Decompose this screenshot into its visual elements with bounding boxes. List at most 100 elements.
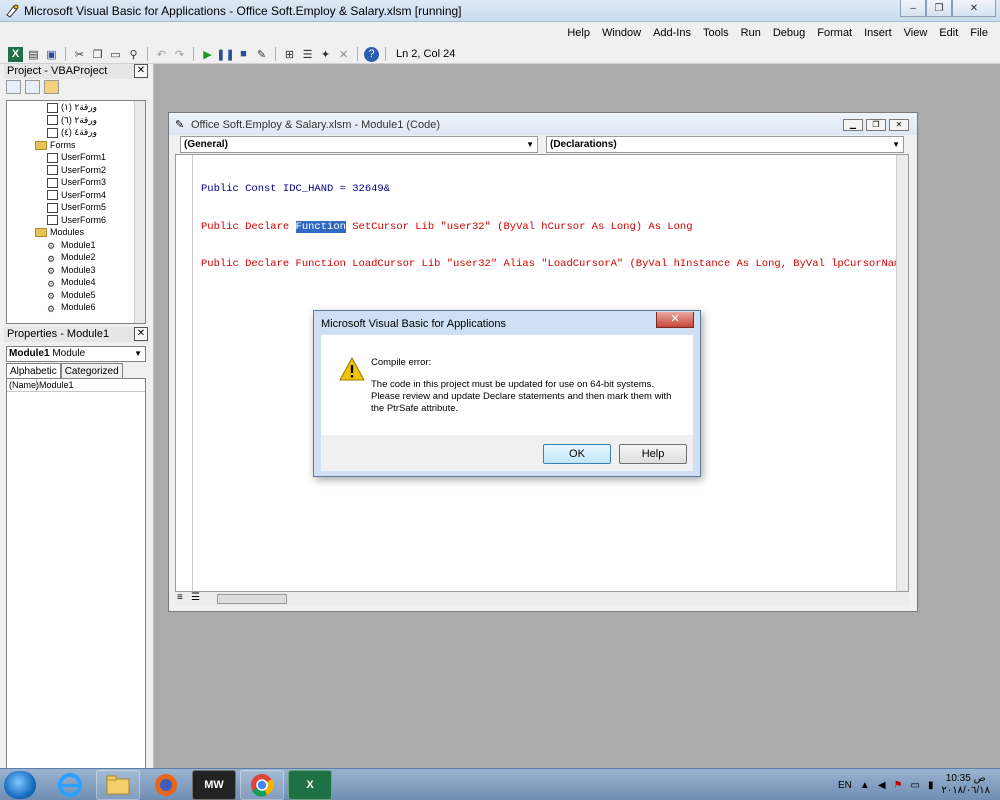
toolbar-separator <box>275 47 276 61</box>
tree-item[interactable]: Forms <box>7 139 145 152</box>
excel-taskbar-icon[interactable]: X <box>288 770 332 800</box>
tree-item[interactable]: UserForm5 <box>7 201 145 214</box>
tree-item[interactable]: ⚙ Module1 <box>7 239 145 252</box>
copy-icon[interactable]: ❐ <box>90 47 105 62</box>
tree-item[interactable]: UserForm2 <box>7 164 145 177</box>
cut-icon[interactable]: ✂ <box>72 47 87 62</box>
tree-item[interactable]: ورقة٢ (١) <box>7 101 145 114</box>
tree-item[interactable]: UserForm4 <box>7 189 145 202</box>
minimize-button[interactable]: – <box>900 0 926 17</box>
file-explorer-icon[interactable] <box>96 770 140 800</box>
start-button[interactable] <box>4 771 36 799</box>
code-close-button[interactable]: ✕ <box>889 119 909 131</box>
module-icon: ⚙ <box>47 291 56 302</box>
tree-item-label: UserForm5 <box>61 202 107 212</box>
menu-file[interactable]: File <box>970 27 988 39</box>
volume-icon[interactable]: ◀ <box>878 780 886 791</box>
project-explorer-icon[interactable]: ⊞ <box>282 47 297 62</box>
toolbox-icon[interactable]: ✕ <box>336 47 351 62</box>
help-icon[interactable]: ? <box>364 46 379 62</box>
code-margin[interactable] <box>176 155 193 591</box>
menu-insert[interactable]: Insert <box>864 27 892 39</box>
properties-window-icon[interactable]: ☰ <box>300 47 315 62</box>
properties-object-combo[interactable]: Module1 Module ▼ <box>6 346 146 362</box>
code-line[interactable]: Public Declare Function SetCursor Lib "u… <box>201 220 907 234</box>
menu-debug[interactable]: Debug <box>773 27 805 39</box>
tree-item[interactable]: UserForm6 <box>7 214 145 227</box>
tree-item[interactable]: ⚙ Module5 <box>7 289 145 302</box>
tree-item[interactable]: UserForm1 <box>7 151 145 164</box>
procedure-combo[interactable]: (Declarations) ▼ <box>546 136 904 153</box>
code-restore-button[interactable]: ❐ <box>866 119 886 131</box>
view-object-icon[interactable] <box>25 80 40 94</box>
tree-item[interactable]: ⚙ Module6 <box>7 301 145 314</box>
menu-help[interactable]: Help <box>567 27 590 39</box>
reset-icon[interactable]: ■ <box>236 47 251 62</box>
menu-view[interactable]: View <box>904 27 928 39</box>
property-row[interactable]: (Name) Module1 <box>7 379 145 392</box>
procedure-view-icon[interactable]: ≡ <box>177 592 183 603</box>
game-app-icon[interactable]: MW <box>192 770 236 800</box>
menu-run[interactable]: Run <box>741 27 761 39</box>
properties-object-name: Module1 <box>9 348 50 359</box>
tree-item[interactable]: ⚙ Module2 <box>7 251 145 264</box>
restore-button[interactable]: ❐ <box>926 0 952 17</box>
view-code-icon[interactable] <box>6 80 21 94</box>
action-center-icon[interactable]: ⚑ <box>894 780 903 791</box>
pane-splitter[interactable] <box>150 64 154 768</box>
tree-item[interactable]: ورقة٢ (٦) <box>7 114 145 127</box>
excel-view-icon[interactable]: X <box>8 46 23 62</box>
close-project-pane-button[interactable]: ✕ <box>134 64 148 78</box>
network-icon[interactable]: ▭ <box>911 780 920 791</box>
firefox-icon[interactable] <box>144 770 188 800</box>
undo-icon[interactable]: ↶ <box>154 47 169 62</box>
ok-button[interactable]: OK <box>543 444 611 464</box>
tree-item[interactable]: ورقة٤ (٤) <box>7 126 145 139</box>
help-button[interactable]: Help <box>619 444 687 464</box>
design-mode-icon[interactable]: ✎ <box>254 47 269 62</box>
menu-format[interactable]: Format <box>817 27 852 39</box>
tree-item[interactable]: ⚙ Module3 <box>7 264 145 277</box>
language-indicator[interactable]: EN <box>838 780 852 791</box>
code-line[interactable]: Public Declare Function LoadCursor Lib "… <box>201 258 907 271</box>
menu-edit[interactable]: Edit <box>939 27 958 39</box>
chevron-down-icon: ▼ <box>892 140 900 149</box>
redo-icon[interactable]: ↷ <box>172 47 187 62</box>
project-tree-scrollbar[interactable] <box>134 101 145 323</box>
tree-item[interactable]: Modules <box>7 226 145 239</box>
paste-icon[interactable]: ▭ <box>108 47 123 62</box>
internet-explorer-icon[interactable] <box>48 770 92 800</box>
show-hidden-icons-icon[interactable]: ▲ <box>860 780 870 791</box>
object-combo[interactable]: (General) ▼ <box>180 136 538 153</box>
chrome-icon[interactable] <box>240 770 284 800</box>
clock-time: 10:35 ص <box>945 773 986 784</box>
close-window-button[interactable]: ✕ <box>952 0 996 17</box>
tree-item[interactable]: UserForm3 <box>7 176 145 189</box>
menu-add-ins[interactable]: Add-Ins <box>653 27 691 39</box>
code-vertical-scrollbar[interactable] <box>896 155 908 591</box>
menu-window[interactable]: Window <box>602 27 641 39</box>
module-icon: ⚙ <box>47 303 56 314</box>
break-icon[interactable]: ❚❚ <box>216 47 234 62</box>
power-icon[interactable]: ▮ <box>928 780 934 791</box>
close-properties-pane-button[interactable]: ✕ <box>134 327 148 341</box>
code-minimize-button[interactable]: ▁ <box>843 119 863 131</box>
dialog-close-button[interactable]: ✕ <box>656 312 694 328</box>
code-text[interactable]: Public Const IDC_HAND = 32649& Public De… <box>201 158 907 296</box>
scrollbar-thumb[interactable] <box>217 594 287 604</box>
code-line[interactable]: Public Const IDC_HAND = 32649& <box>201 183 907 196</box>
insert-userform-icon[interactable]: ▤ <box>26 47 41 62</box>
toggle-folders-icon[interactable] <box>44 80 59 94</box>
property-value[interactable]: Module1 <box>37 379 74 391</box>
save-icon[interactable]: ▣ <box>44 47 59 62</box>
window-title: Microsoft Visual Basic for Applications … <box>24 4 462 18</box>
clock[interactable]: 10:35 ص ٢٠١٨/٠٦/١٨ <box>941 773 990 797</box>
tree-item-label: Modules <box>50 227 85 237</box>
object-browser-icon[interactable]: ✦ <box>318 47 333 62</box>
menu-tools[interactable]: Tools <box>703 27 729 39</box>
tree-item[interactable]: ⚙ Module4 <box>7 276 145 289</box>
full-module-view-icon[interactable]: ☰ <box>191 592 200 603</box>
run-icon[interactable]: ▶ <box>200 47 215 62</box>
code-horizontal-scrollbar[interactable]: ≡ ☰ <box>175 592 909 606</box>
find-icon[interactable]: ⚲ <box>126 47 141 62</box>
